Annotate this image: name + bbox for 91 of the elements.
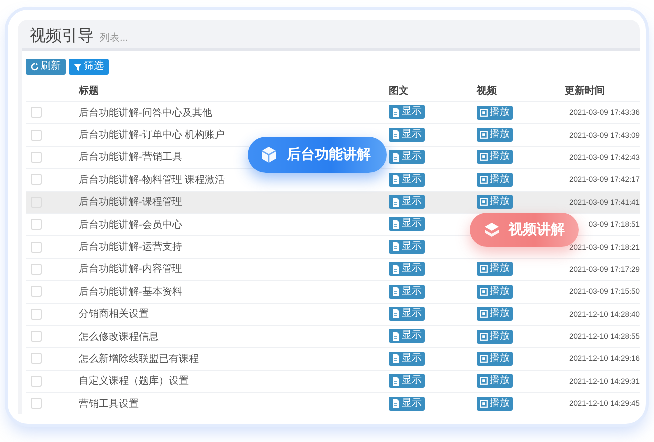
show-button[interactable]: 显示	[389, 306, 425, 321]
page-title: 视频引导	[30, 26, 94, 47]
show-button[interactable]: 显示	[389, 150, 425, 164]
show-button[interactable]: 显示	[389, 128, 425, 142]
show-button[interactable]: 显示	[389, 396, 425, 411]
document-icon	[392, 399, 400, 408]
video-title: 后台功能讲解-内容管理	[79, 264, 182, 276]
row-checkbox[interactable]	[31, 107, 42, 118]
play-button[interactable]: 播放	[477, 396, 513, 411]
video-title: 后台功能讲解-课程管理	[79, 197, 182, 208]
row-checkbox[interactable]	[31, 286, 42, 298]
document-icon	[392, 108, 400, 117]
play-button[interactable]: 播放	[477, 262, 513, 276]
square-icon	[480, 198, 488, 206]
show-button[interactable]: 显示	[389, 217, 425, 232]
video-title: 分销商相关设置	[79, 309, 149, 320]
document-icon	[392, 198, 400, 206]
row-checkbox[interactable]	[31, 331, 42, 342]
column-header: 更新时间	[565, 86, 605, 97]
row-checkbox[interactable]	[31, 376, 42, 387]
show-button[interactable]: 显示	[389, 105, 425, 120]
row-checkbox[interactable]	[31, 152, 42, 163]
filter-icon	[74, 63, 82, 71]
document-icon	[392, 152, 400, 162]
video-title: 后台功能讲解-问答中心及其他	[79, 108, 212, 119]
document-icon	[392, 220, 400, 229]
show-button[interactable]: 显示	[389, 240, 425, 254]
video-title: 后台功能讲解-订单中心 机构账户	[79, 130, 226, 142]
video-title: 后台功能讲解-会员中心	[79, 220, 182, 231]
square-icon	[480, 176, 488, 184]
document-icon	[392, 130, 400, 140]
video-title: 后台功能讲解-运营支持	[79, 242, 182, 254]
square-icon	[480, 310, 488, 318]
callout-tooltip: 后台功能讲解	[248, 137, 387, 173]
play-button[interactable]: 播放	[477, 106, 513, 120]
play-button[interactable]: 播放	[477, 195, 513, 210]
play-button[interactable]: 播放	[477, 374, 513, 388]
square-icon	[480, 288, 488, 296]
play-button[interactable]: 播放	[477, 128, 513, 142]
document-icon	[392, 175, 400, 184]
video-title: 后台功能讲解-营销工具	[79, 152, 182, 164]
refresh-icon	[31, 63, 39, 71]
column-header: 图文	[389, 86, 409, 97]
row-checkbox[interactable]	[31, 264, 42, 275]
square-icon	[480, 332, 488, 341]
play-button[interactable]: 播放	[477, 150, 513, 164]
play-button[interactable]: 播放	[477, 307, 513, 322]
document-icon	[392, 332, 400, 341]
document-icon	[392, 376, 400, 386]
show-button[interactable]: 显示	[389, 262, 425, 276]
show-button[interactable]: 显示	[389, 172, 425, 187]
square-icon	[480, 354, 488, 363]
show-button[interactable]: 显示	[389, 352, 425, 366]
column-header: 视频	[477, 86, 497, 97]
document-icon	[392, 309, 400, 318]
play-button[interactable]: 播放	[477, 284, 513, 299]
show-button[interactable]: 显示	[389, 284, 425, 299]
video-title: 怎么新增除线联盟已有课程	[79, 354, 199, 365]
square-icon	[480, 153, 488, 162]
row-checkbox[interactable]	[31, 242, 42, 253]
row-checkbox[interactable]	[31, 308, 42, 320]
square-icon	[480, 131, 488, 140]
video-title: 营销工具设置	[79, 398, 139, 410]
play-button[interactable]: 播放	[477, 330, 513, 344]
row-checkbox[interactable]	[31, 353, 42, 364]
video-title: 后台功能讲解-基本资料	[79, 286, 182, 298]
play-button[interactable]: 播放	[477, 172, 513, 187]
document-icon	[392, 287, 400, 296]
cube-icon	[260, 146, 278, 164]
row-checkbox[interactable]	[31, 174, 42, 186]
filter-button[interactable]: 筛选	[69, 59, 109, 75]
square-icon	[480, 265, 488, 274]
video-title: 自定义课程（题库）设置	[79, 376, 189, 388]
square-icon	[480, 377, 488, 386]
row-checkbox[interactable]	[31, 130, 42, 141]
row-checkbox[interactable]	[31, 398, 42, 410]
play-button[interactable]: 播放	[477, 352, 513, 366]
column-header: 标题	[79, 86, 99, 97]
row-checkbox[interactable]	[31, 219, 42, 230]
page-subtitle: 列表...	[100, 32, 128, 45]
show-button[interactable]: 显示	[389, 195, 425, 209]
square-icon	[480, 108, 488, 117]
refresh-button[interactable]: 刷新	[26, 59, 66, 75]
show-button[interactable]: 显示	[389, 374, 425, 388]
show-button[interactable]: 显示	[389, 329, 425, 344]
document-icon	[392, 354, 400, 364]
video-title: 怎么修改课程信息	[79, 332, 159, 343]
square-icon	[480, 400, 488, 408]
document-icon	[392, 264, 400, 274]
video-title: 后台功能讲解-物料管理 课程激活	[79, 174, 226, 186]
document-icon	[392, 242, 400, 252]
